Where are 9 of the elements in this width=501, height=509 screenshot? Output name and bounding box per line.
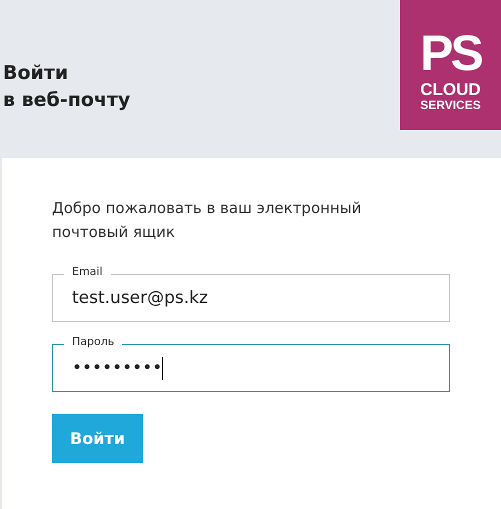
input-field[interactable]: Пароль ••••••••• xyxy=(52,335,450,392)
page-title: Войти в веб-почту xyxy=(3,61,130,113)
logo-text: CLOUD xyxy=(420,81,481,98)
welcome-text: Добро пожаловать в ваш электронный почтовый ящик xyxy=(52,198,362,243)
logo-mark: PS xyxy=(420,28,481,78)
logo-text: SERVICES xyxy=(420,98,481,112)
field-label: Пароль xyxy=(64,335,122,349)
text-cursor xyxy=(162,356,164,380)
input-field[interactable]: Email test.user@ps.kz xyxy=(52,265,450,322)
